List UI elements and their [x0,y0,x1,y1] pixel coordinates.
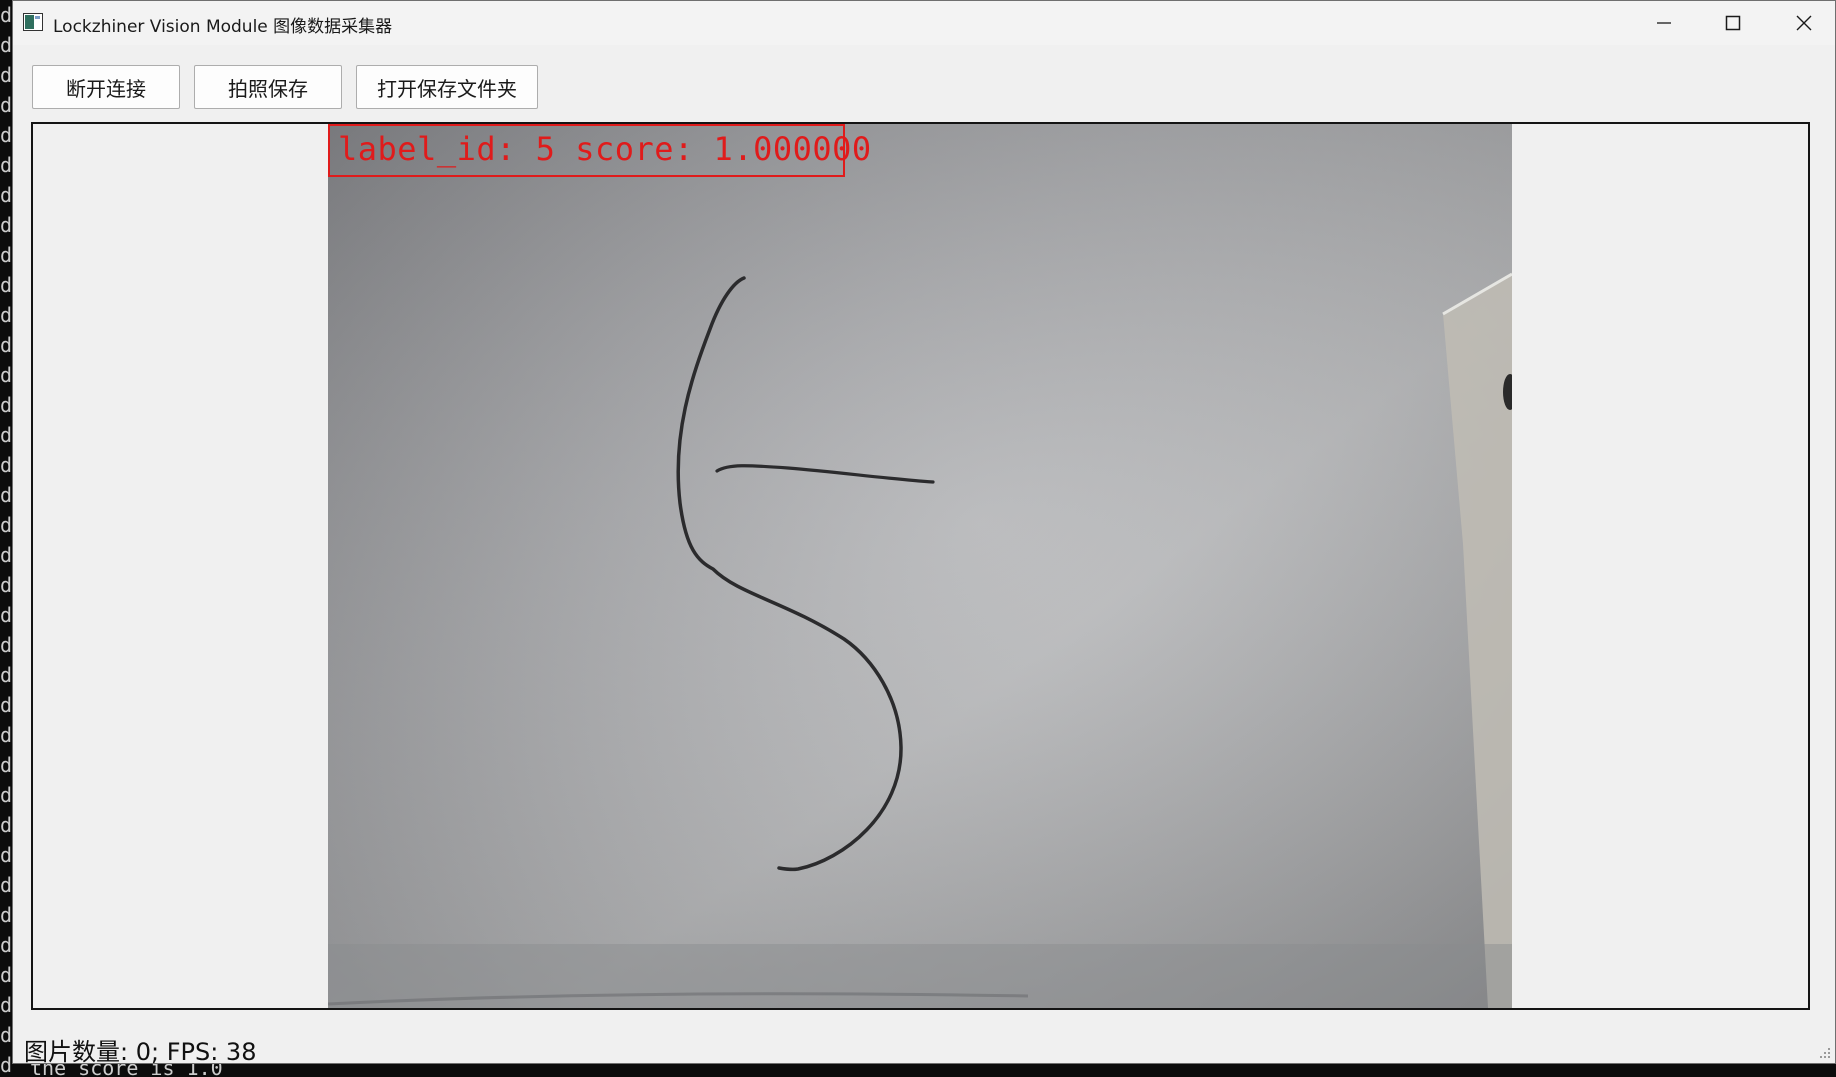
terminal-edge-glyph: d [0,813,12,837]
terminal-edge-glyph: d [0,213,12,237]
close-icon [1796,15,1811,31]
close-button[interactable] [1769,1,1836,45]
detection-box: label_id: 5 score: 1.000000 [328,124,871,177]
terminal-edge-glyph: d [0,303,12,327]
maximize-icon [1725,15,1740,31]
terminal-edge-glyph: d [0,453,12,477]
terminal-edge-glyph: d [0,873,12,897]
terminal-edge-glyph: d [0,663,12,687]
camera-image [328,124,1512,1008]
terminal-edge-glyph: d [0,483,12,507]
app-icon [23,13,43,31]
maximize-button[interactable] [1698,1,1767,45]
terminal-edge-glyph: d [0,963,12,987]
terminal-edge-glyph: d [0,513,12,537]
terminal-edge-glyph: d [0,243,12,267]
camera-frame: label_id: 5 score: 1.000000 [328,124,1512,1008]
terminal-edge-glyph: d [0,183,12,207]
title-bar[interactable]: Lockzhiner Vision Module 图像数据采集器 [13,1,1835,45]
terminal-edge-glyph: d [0,993,12,1017]
minimize-button[interactable] [1629,1,1698,45]
terminal-edge-glyph: d [0,93,12,117]
terminal-edge-glyph: d [0,753,12,777]
terminal-edge-glyph: d [0,63,12,87]
camera-preview-panel: label_id: 5 score: 1.000000 [31,122,1810,1010]
terminal-edge-glyph: d [0,33,12,57]
resize-grip-icon[interactable] [1817,1045,1831,1059]
app-window: Lockzhiner Vision Module 图像数据采集器 断开连接 拍照… [12,0,1836,1066]
terminal-edge-glyph: d [0,273,12,297]
capture-save-button[interactable]: 拍照保存 [194,65,342,109]
terminal-edge-glyph: d [0,723,12,747]
disconnect-button[interactable]: 断开连接 [32,65,180,109]
terminal-edge-glyph: d [0,3,12,27]
terminal-edge-glyph: d [0,633,12,657]
window-title: Lockzhiner Vision Module 图像数据采集器 [53,17,393,37]
status-bar-text: 图片数量: 0; FPS: 38 [24,1038,257,1066]
terminal-edge-glyph: d [0,693,12,717]
terminal-edge-glyph: d [0,153,12,177]
terminal-edge-glyph: d [0,843,12,867]
terminal-background-edge: dddddddddddddddddddddddddddddddddddd [0,0,12,1077]
terminal-edge-glyph: d [0,123,12,147]
open-save-folder-button[interactable]: 打开保存文件夹 [356,65,538,109]
terminal-edge-glyph: d [0,423,12,447]
terminal-edge-glyph: d [0,333,12,357]
terminal-edge-glyph: d [0,363,12,387]
terminal-edge-glyph: d [0,783,12,807]
terminal-edge-glyph: d [0,1023,12,1047]
terminal-edge-glyph: d [0,573,12,597]
terminal-edge-glyph: d [0,543,12,567]
terminal-edge-glyph: d [0,933,12,957]
terminal-edge-glyph: d [0,903,12,927]
terminal-edge-glyph: d [0,603,12,627]
minimize-icon [1656,22,1671,24]
terminal-background-bottom: the score is 1.0 [12,1062,1836,1077]
terminal-edge-glyph: d [0,393,12,417]
detection-label: label_id: 5 score: 1.000000 [338,130,872,168]
terminal-edge-glyph: d [0,1053,12,1077]
